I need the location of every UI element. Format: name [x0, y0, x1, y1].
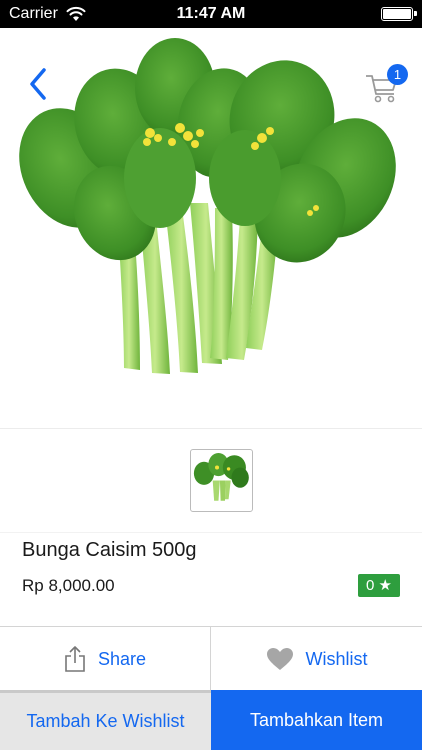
vegetable-thumbnail-image	[191, 451, 252, 510]
add-item-button[interactable]: Tambahkan Item	[211, 690, 422, 750]
chevron-left-icon	[30, 68, 46, 100]
wishlist-label: Wishlist	[305, 648, 368, 669]
share-label: Share	[97, 648, 147, 669]
product-image: 1	[0, 28, 422, 428]
product-thumbnail[interactable]	[190, 449, 253, 512]
cart-button[interactable]: 1	[364, 64, 408, 106]
wishlist-button[interactable]: Wishlist	[211, 627, 422, 691]
add-to-wishlist-button[interactable]: Tambah Ke Wishlist	[0, 690, 211, 750]
back-button[interactable]	[24, 66, 54, 102]
rating-badge: 0 ★	[358, 574, 400, 597]
share-button[interactable]: Share	[0, 627, 211, 691]
product-price: Rp 8,000.00	[22, 576, 115, 595]
share-icon	[65, 646, 85, 672]
vegetable-photo	[19, 38, 396, 374]
thumbnail-strip	[0, 428, 422, 532]
action-row: Share Wishlist	[0, 626, 422, 691]
battery-icon	[381, 7, 417, 21]
clock: 11:47 AM	[176, 5, 246, 22]
product-info: Bunga Caisim 500g Rp 8,000.00 0 ★	[0, 532, 422, 626]
status-bar: Carrier 11:47 AM	[0, 0, 422, 28]
product-name: Bunga Caisim 500g	[22, 539, 197, 561]
bottom-bar: Tambah Ke Wishlist Tambahkan Item	[0, 690, 422, 750]
heart-icon	[266, 648, 293, 670]
cart-count-badge: 1	[387, 64, 408, 85]
